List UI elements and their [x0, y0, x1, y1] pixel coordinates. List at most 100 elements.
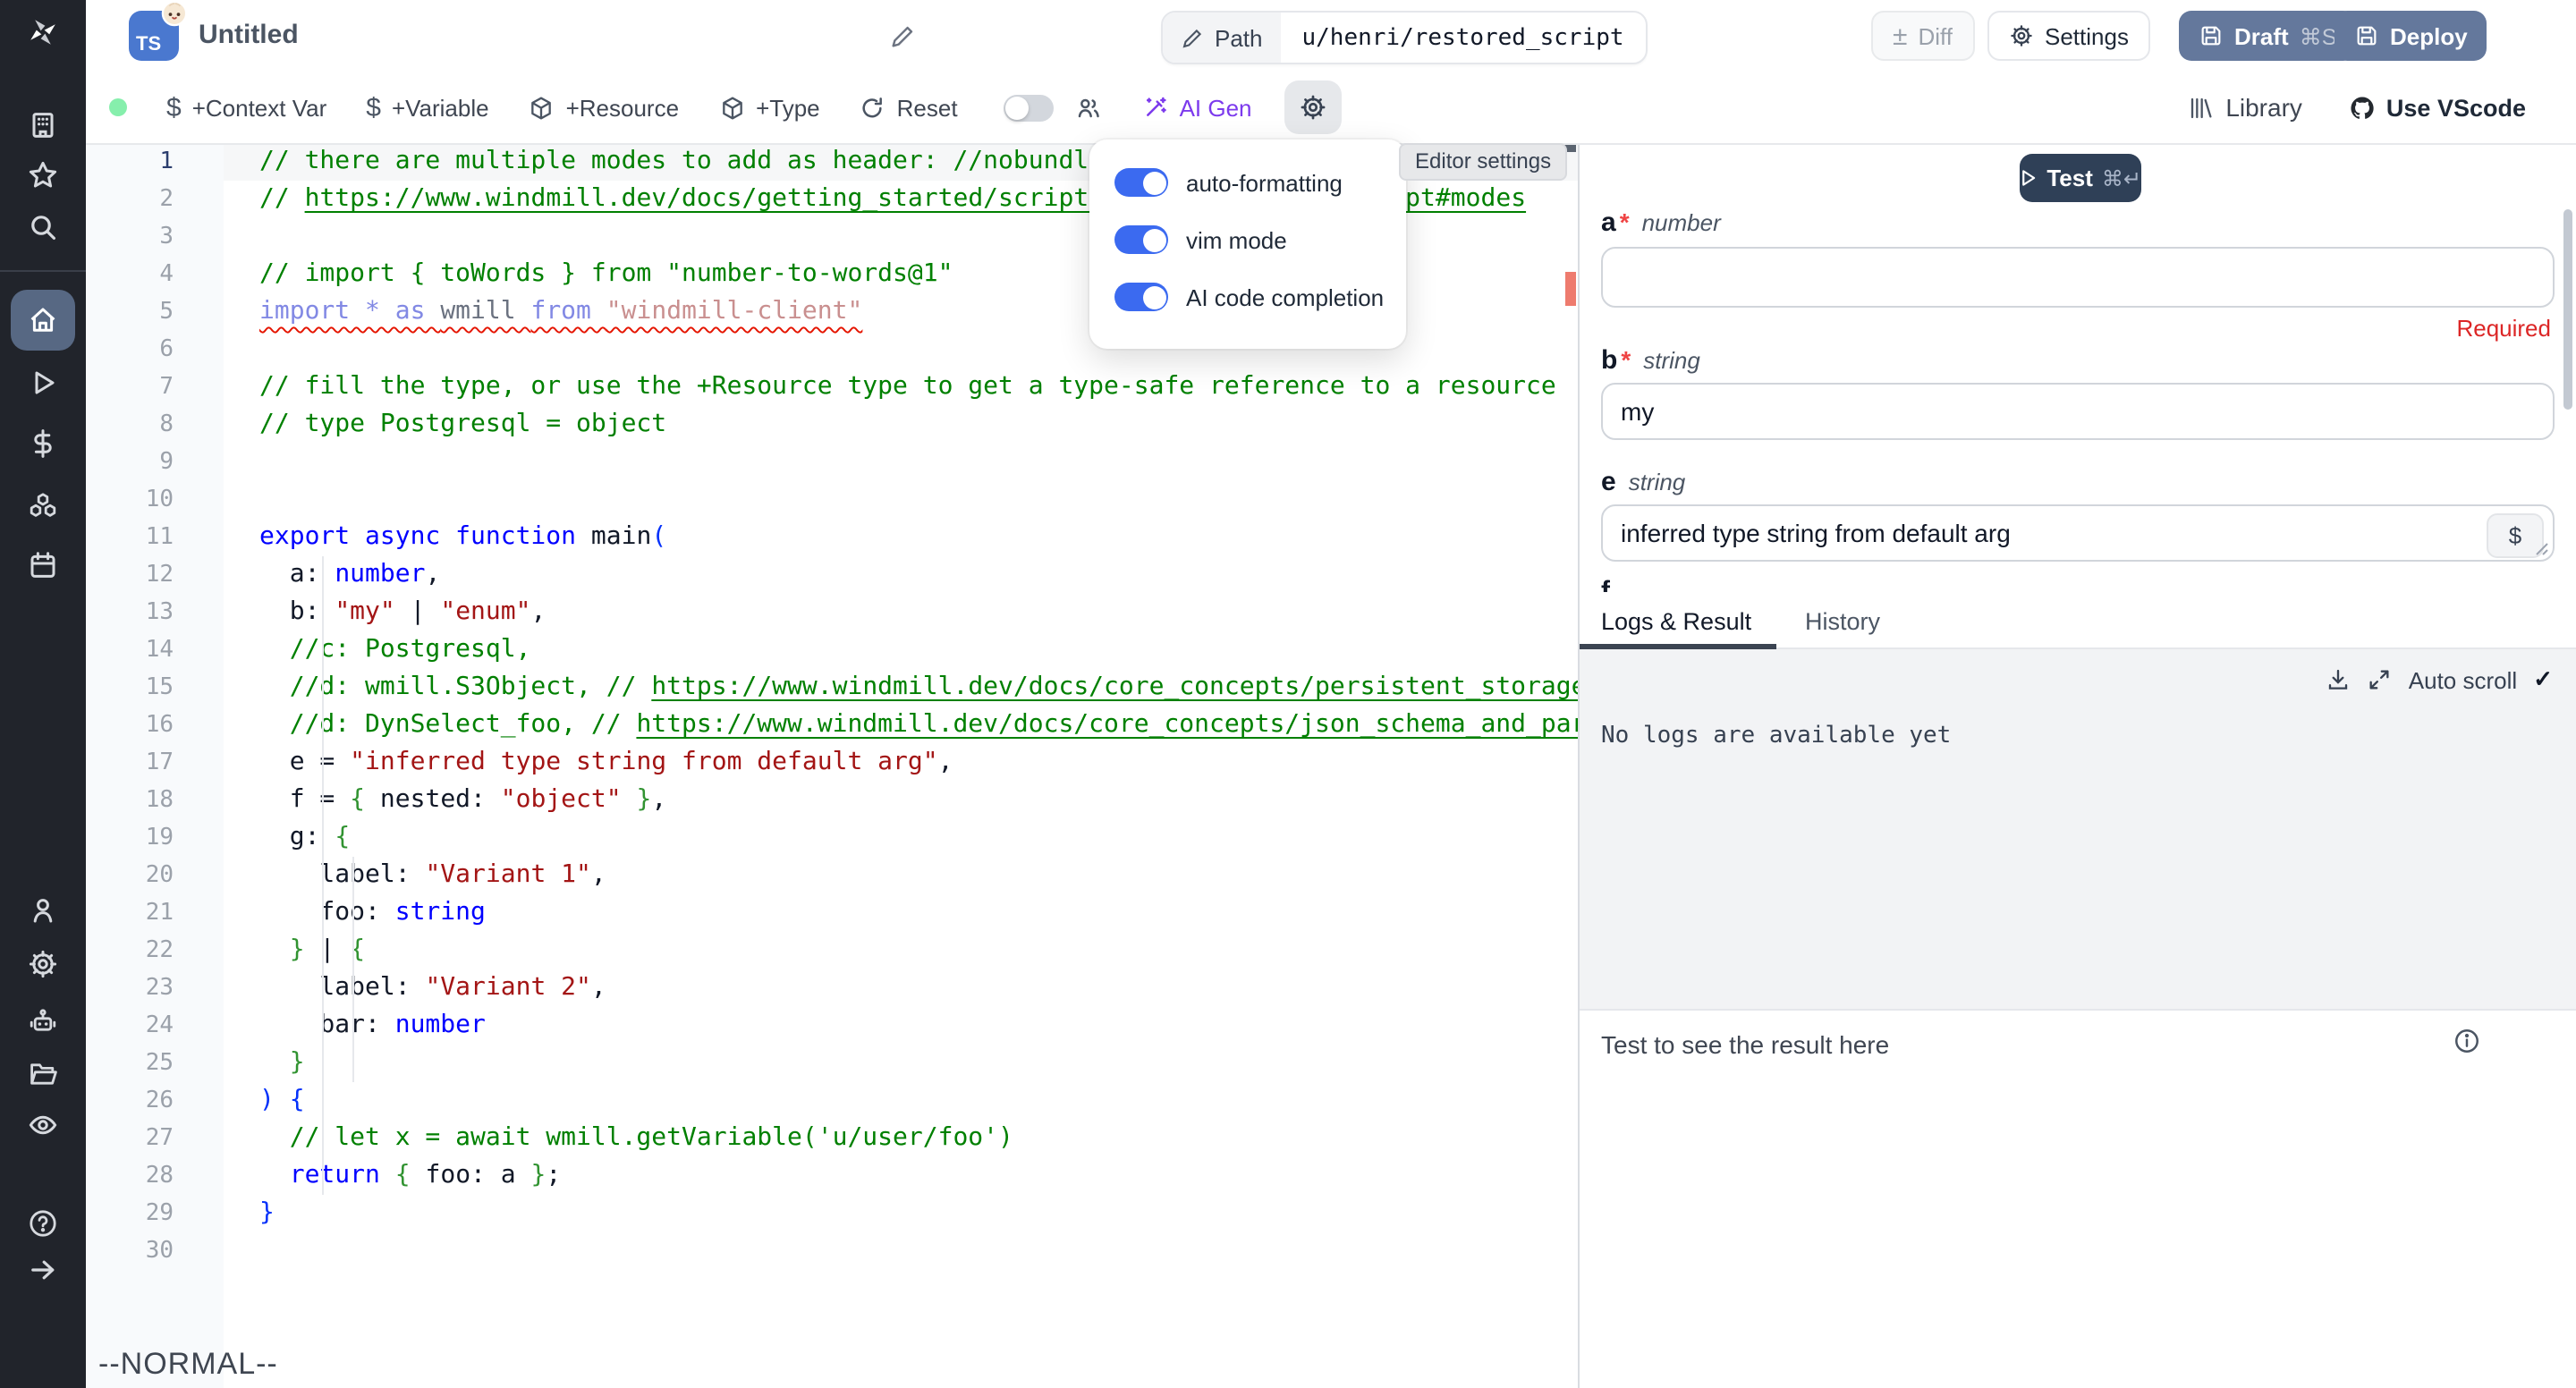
code-line[interactable]: 16 //d: DynSelect_foo, // https://www.wi… — [86, 707, 1578, 744]
menu-item-ai-code-completion[interactable]: AI code completion — [1114, 283, 1406, 311]
left-sidebar — [0, 0, 86, 1388]
resources-cubes-icon[interactable] — [27, 490, 59, 522]
editor-settings-button[interactable] — [1284, 80, 1342, 134]
favorites-star-icon[interactable] — [27, 159, 59, 191]
line-number: 23 — [86, 969, 224, 1007]
deploy-button[interactable]: Deploy — [2334, 11, 2487, 61]
dollar-icon: $ — [366, 92, 381, 123]
field-e-label: e string — [1601, 467, 1685, 497]
code-line[interactable]: 22 } | { — [86, 932, 1578, 969]
vim-mode-toggle[interactable] — [1114, 225, 1168, 254]
home-icon[interactable] — [27, 304, 59, 336]
add-variable-button[interactable]: $ +Variable — [366, 92, 488, 123]
draft-button[interactable]: Draft ⌘S — [2179, 11, 2356, 61]
expand-logs-icon[interactable] — [2368, 667, 2393, 692]
code-line[interactable]: 29} — [86, 1195, 1578, 1232]
runs-play-icon[interactable] — [27, 367, 59, 399]
info-icon[interactable] — [2453, 1027, 2481, 1055]
download-logs-icon[interactable] — [2326, 667, 2351, 692]
library-button[interactable]: Library — [2188, 93, 2302, 122]
collab-toggle[interactable] — [1004, 94, 1055, 121]
code-line[interactable]: 15 //d: wmill.S3Object, // https://www.w… — [86, 669, 1578, 707]
menu-item-auto-formatting[interactable]: auto-formatting — [1114, 168, 1406, 197]
code-line[interactable]: 25 } — [86, 1045, 1578, 1082]
editor-settings-dropdown: auto-formatting vim mode AI code complet… — [1089, 140, 1406, 349]
line-number: 26 — [86, 1082, 224, 1120]
editor-error-marker — [1565, 272, 1576, 306]
workers-robot-icon[interactable] — [27, 1005, 59, 1037]
code-line[interactable]: 23 label: "Variant 2", — [86, 969, 1578, 1007]
code-line[interactable]: 14 //c: Postgresql, — [86, 631, 1578, 669]
right-panel: Test ⌘↵ a* number Required b* string my … — [1578, 143, 2576, 1388]
save-icon — [2199, 23, 2224, 48]
code-line[interactable]: 20 label: "Variant 1", — [86, 857, 1578, 894]
path-box[interactable]: Path u/henri/restored_script — [1161, 11, 1648, 64]
expand-arrow-icon[interactable] — [27, 1254, 59, 1286]
help-question-icon[interactable] — [27, 1207, 59, 1240]
code-line[interactable]: 7// fill the type, or use the +Resource … — [86, 368, 1578, 406]
settings-button[interactable]: Settings — [1987, 11, 2150, 61]
tab-logs-result[interactable]: Logs & Result — [1580, 596, 1776, 649]
line-number: 29 — [86, 1195, 224, 1232]
settings-gear-icon[interactable] — [27, 948, 59, 980]
schedules-calendar-icon[interactable] — [27, 549, 59, 581]
code-line[interactable]: 9 — [86, 444, 1578, 481]
code-line[interactable]: 10 — [86, 481, 1578, 519]
code-line[interactable]: 19 g: { — [86, 819, 1578, 857]
auto-formatting-toggle[interactable] — [1114, 168, 1168, 197]
edit-title-pencil-icon[interactable] — [889, 23, 916, 50]
resize-handle[interactable] — [2535, 542, 2549, 556]
use-vscode-button[interactable]: Use VScode — [2349, 94, 2526, 121]
field-b-input[interactable]: my — [1601, 383, 2555, 440]
variables-dollar-icon[interactable] — [27, 427, 59, 460]
tab-history[interactable]: History — [1787, 596, 1898, 649]
check-icon[interactable]: ✓ — [2533, 665, 2553, 694]
page: TS Untitled Path u/henri/restored_script… — [0, 0, 2576, 1388]
code-line[interactable]: 24 bar: number — [86, 1007, 1578, 1045]
folders-folder-icon[interactable] — [27, 1057, 59, 1089]
reset-button[interactable]: Reset — [860, 94, 958, 121]
line-number: 7 — [86, 368, 224, 406]
code-line[interactable]: 21 foo: string — [86, 894, 1578, 932]
code-line[interactable]: 30 — [86, 1232, 1578, 1270]
ai-gen-button[interactable]: AI Gen — [1142, 94, 1252, 121]
field-a-input[interactable] — [1601, 247, 2555, 308]
draft-shortcut: ⌘S — [2300, 22, 2337, 49]
line-number: 13 — [86, 594, 224, 631]
auto-scroll-label[interactable]: Auto scroll — [2409, 666, 2517, 693]
editor-settings-tooltip: Editor settings — [1399, 143, 1567, 181]
code-line[interactable]: 28 return { foo: a }; — [86, 1157, 1578, 1195]
windmill-logo-icon[interactable] — [27, 16, 59, 48]
audit-eye-icon[interactable] — [27, 1109, 59, 1141]
typescript-bun-badge[interactable]: TS — [129, 11, 179, 61]
add-type-button[interactable]: +Type — [718, 94, 820, 121]
line-number: 19 — [86, 819, 224, 857]
right-panel-scrollbar[interactable] — [2563, 209, 2572, 410]
user-person-icon[interactable] — [27, 894, 59, 927]
workspace-building-icon[interactable] — [27, 109, 59, 141]
add-context-var-button[interactable]: $ +Context Var — [166, 92, 326, 123]
code-line[interactable]: 13 b: "my" | "enum", — [86, 594, 1578, 631]
save-icon — [2354, 23, 2379, 48]
diff-button[interactable]: ± Diff — [1871, 11, 1974, 61]
code-line[interactable]: 27 // let x = await wmill.getVariable('u… — [86, 1120, 1578, 1157]
line-number: 21 — [86, 894, 224, 932]
menu-item-vim-mode[interactable]: vim mode — [1114, 225, 1406, 254]
multiplayer-users-icon[interactable] — [1076, 94, 1103, 121]
field-a-required-error: Required — [2456, 315, 2551, 342]
code-line[interactable]: 17 e = "inferred type string from defaul… — [86, 744, 1578, 782]
code-line[interactable]: 26) { — [86, 1082, 1578, 1120]
add-resource-button[interactable]: +Resource — [529, 94, 679, 121]
code-line[interactable]: 18 f = { nested: "object" }, — [86, 782, 1578, 819]
code-line[interactable]: 12 a: number, — [86, 556, 1578, 594]
ai-code-completion-toggle[interactable] — [1114, 283, 1168, 311]
ts-label: TS — [136, 34, 161, 55]
script-title: Untitled — [199, 20, 299, 50]
search-icon[interactable] — [27, 211, 59, 243]
result-tabs: Logs & Result History — [1580, 596, 2576, 649]
code-line[interactable]: 8// type Postgresql = object — [86, 406, 1578, 444]
field-e-input[interactable]: inferred type string from default arg $ — [1601, 504, 2555, 562]
code-line[interactable]: 11export async function main( — [86, 519, 1578, 556]
test-button[interactable]: Test ⌘↵ — [2020, 154, 2141, 202]
path-pencil-icon — [1181, 26, 1204, 49]
